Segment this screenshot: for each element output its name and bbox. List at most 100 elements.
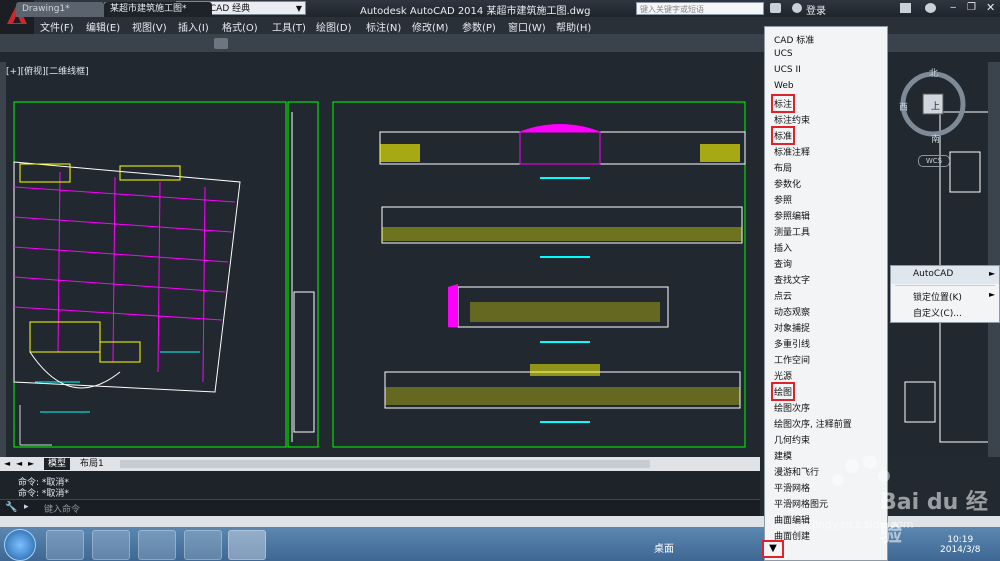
search-input[interactable]: 键入关键字或短语 xyxy=(636,2,764,15)
panda-app-icon[interactable] xyxy=(46,530,84,560)
menu-file[interactable]: 文件(F) xyxy=(40,19,74,34)
submenu-arrow-icon: ► xyxy=(989,290,996,299)
menu-scroll-down-icon[interactable]: ▼ xyxy=(762,540,784,558)
command-history: 命令: *取消* 命令: *取消* xyxy=(0,471,760,499)
floor-plan xyxy=(13,101,287,448)
title-block xyxy=(287,101,319,448)
start-button[interactable] xyxy=(4,529,36,561)
tab-layout1[interactable]: 布局1 xyxy=(76,458,108,470)
horizontal-scrollbar[interactable] xyxy=(120,460,650,468)
menu-item-web[interactable]: Web xyxy=(774,81,794,91)
vertical-scrollbar xyxy=(988,62,1000,457)
menu-item-ucs-ii[interactable]: UCS II xyxy=(774,65,801,75)
menu-item-standard[interactable]: 标准 xyxy=(770,126,796,145)
flyout-item-lock-location[interactable]: 锁定位置(K) xyxy=(913,290,962,303)
desktop-toolbar-label[interactable]: 桌面 xyxy=(654,540,674,555)
menu-item-parametric[interactable]: 参数化 xyxy=(774,177,801,190)
menu-item-inquiry[interactable]: 查询 xyxy=(774,257,792,270)
menu-dimension[interactable]: 标注(N) xyxy=(366,19,401,34)
toolbar-flyout-menu: AutoCAD ► 锁定位置(K) ► 自定义(C)... xyxy=(890,265,1000,323)
menu-item-workspaces[interactable]: 工作空间 xyxy=(774,353,810,366)
plan-curve xyxy=(29,351,121,389)
menu-item-dimension[interactable]: 标注 xyxy=(770,94,796,113)
wrench-icon[interactable]: 🔧 xyxy=(5,502,17,513)
menu-item-multileader[interactable]: 多重引线 xyxy=(774,337,810,350)
elevation-1 xyxy=(379,124,746,179)
elevation-3 xyxy=(448,284,669,343)
user-icon[interactable] xyxy=(792,3,802,13)
winrar-icon[interactable] xyxy=(92,530,130,560)
next-tab-arrow-icon[interactable]: ► xyxy=(28,459,34,468)
menu-item-insert[interactable]: 插入 xyxy=(774,241,792,254)
menu-item-geometric-constraint[interactable]: 几何约束 xyxy=(774,433,810,446)
autocad-taskbar-icon[interactable] xyxy=(228,530,266,560)
tab-model[interactable]: 模型 xyxy=(44,458,71,470)
login-link[interactable]: 登录 xyxy=(806,2,826,17)
watermark-text: Bai du 经验 xyxy=(880,490,988,547)
menu-help[interactable]: 帮助(H) xyxy=(556,19,591,34)
minimize-button[interactable]: ‒ xyxy=(950,2,956,13)
exchange-icon[interactable] xyxy=(900,3,911,13)
flyout-item-autocad[interactable]: AutoCAD xyxy=(913,269,953,279)
menu-item-dimension-constraint[interactable]: 标注约束 xyxy=(774,113,810,126)
flyout-divider xyxy=(895,285,995,286)
plan-frame xyxy=(13,101,287,448)
browser-icon[interactable] xyxy=(138,530,176,560)
tab-current-drawing[interactable]: 某超市建筑施工图* xyxy=(104,2,212,17)
watermark-url: jingyan.baidu.com xyxy=(812,518,914,531)
menu-draw[interactable]: 绘图(D) xyxy=(316,19,352,34)
menu-modify[interactable]: 修改(M) xyxy=(412,19,448,34)
menu-item-lights[interactable]: 光源 xyxy=(774,369,792,382)
menu-item-standard-annotation[interactable]: 标准注释 xyxy=(774,145,810,158)
command-input[interactable]: 键入命令 xyxy=(44,502,80,515)
chevron-down-icon: ▼ xyxy=(295,4,302,13)
close-button[interactable]: ✕ xyxy=(986,1,995,14)
menu-view[interactable]: 视图(V) xyxy=(132,19,167,34)
app-title: Autodesk AutoCAD 2014 某超市建筑施工图.dwg xyxy=(360,6,591,17)
menu-edit[interactable]: 编辑(E) xyxy=(86,19,120,34)
command-recent-icon[interactable]: ▸ xyxy=(24,502,29,512)
menu-item-cad-standards[interactable]: CAD 标准 xyxy=(774,33,814,46)
menu-item-draw[interactable]: 绘图 xyxy=(770,382,796,401)
menu-tools[interactable]: 工具(T) xyxy=(272,19,306,34)
new-tab-button[interactable] xyxy=(214,38,228,49)
tab-drawing1[interactable]: Drawing1* xyxy=(16,2,104,17)
menu-item-ucs[interactable]: UCS xyxy=(774,49,793,59)
menu-window[interactable]: 窗口(W) xyxy=(508,19,546,34)
viewport-label[interactable]: [+][俯视][二维线框] xyxy=(6,64,89,77)
ucs-icon xyxy=(16,400,56,453)
wcs-menu[interactable]: WCS xyxy=(918,155,950,167)
plan-grid-magenta xyxy=(13,171,236,383)
menu-item-orbit[interactable]: 动态观察 xyxy=(774,305,810,318)
binoculars-icon[interactable] xyxy=(770,3,781,13)
menu-item-layout[interactable]: 布局 xyxy=(774,161,792,174)
menu-parametric[interactable]: 参数(P) xyxy=(462,19,496,34)
help-icon[interactable] xyxy=(925,3,936,13)
menu-item-draw-order-annotation[interactable]: 绘图次序, 注释前置 xyxy=(774,417,852,430)
prev-tab-arrow-icon[interactable]: ◄ xyxy=(16,459,22,468)
viewcube-top-face[interactable]: 上 xyxy=(931,99,940,112)
flyout-item-customize[interactable]: 自定义(C)... xyxy=(913,306,962,319)
menu-item-find-text[interactable]: 查找文字 xyxy=(774,273,810,286)
viewcube-west: 西 xyxy=(899,103,909,113)
menu-item-measure-tools[interactable]: 测量工具 xyxy=(774,225,810,238)
menu-insert[interactable]: 插入(I) xyxy=(178,19,209,34)
viewcube-south: 南 xyxy=(931,135,941,145)
menu-item-draw-order[interactable]: 绘图次序 xyxy=(774,401,810,414)
menu-item-refedit[interactable]: 参照编辑 xyxy=(774,209,810,222)
plan-outline xyxy=(13,161,241,393)
plan-walls-yellow xyxy=(19,163,181,363)
elevation-2 xyxy=(381,206,743,258)
restore-button[interactable]: ❐ xyxy=(967,2,976,13)
vertical-scrollbar-left xyxy=(0,62,6,457)
menu-item-point-cloud[interactable]: 点云 xyxy=(774,289,792,302)
menu-item-object-snap[interactable]: 对象捕捉 xyxy=(774,321,810,334)
elevation-4 xyxy=(384,364,741,423)
command-line-2: 命令: *取消* xyxy=(18,489,69,499)
first-tab-arrow-icon[interactable]: ◄ xyxy=(4,459,10,468)
command-input-row: 🔧 ▸ 键入命令 xyxy=(0,499,760,517)
layout-tab-bar: ◄ ◄ ► 模型 布局1 xyxy=(0,457,760,471)
folder-icon[interactable] xyxy=(184,530,222,560)
menu-format[interactable]: 格式(O) xyxy=(222,19,258,34)
menu-item-reference[interactable]: 参照 xyxy=(774,193,792,206)
